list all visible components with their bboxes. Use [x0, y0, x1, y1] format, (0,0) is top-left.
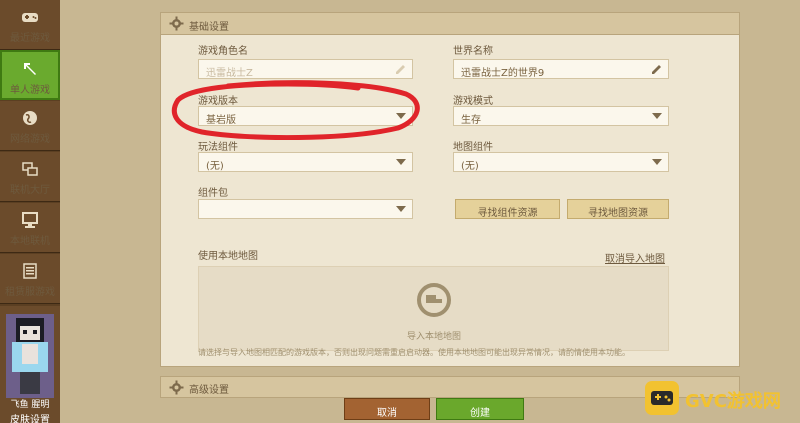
basic-settings-header[interactable]: 基础设置 — [161, 13, 739, 35]
game-mode-value: 生存 — [461, 115, 481, 126]
sidebar-item-label: 网络游戏 — [10, 134, 50, 145]
world-name-value: 迅雷战士Z的世界9 — [461, 68, 545, 79]
globe-icon — [23, 111, 37, 125]
chevron-down-icon — [396, 159, 406, 165]
character-name-field[interactable]: 迅雷战士Z — [198, 59, 413, 79]
gear-icon — [169, 380, 184, 395]
sidebar-item-label: 联机大厅 — [10, 185, 50, 196]
character-name-label: 游戏角色名 — [198, 46, 248, 57]
local-map-label: 使用本地地图 — [198, 251, 258, 262]
watermark-text: GVC游戏网 — [685, 391, 781, 412]
sidebar-item-recent-games[interactable]: 最近游戏 — [0, 0, 60, 50]
main-content: 基础设置 游戏角色名 迅雷战士Z 世界名称 迅雷战士Z的世界9 游戏版本 基岩版… — [60, 0, 800, 423]
world-name-field[interactable]: 迅雷战士Z的世界9 — [453, 59, 669, 79]
map-component-value: (无) — [461, 161, 479, 172]
pencil-icon — [652, 65, 661, 74]
chevron-down-icon — [396, 206, 406, 212]
sidebar-item-online-games[interactable]: 网络游戏 — [0, 101, 60, 151]
world-name-label: 世界名称 — [453, 46, 493, 57]
gameplay-component-select[interactable]: (无) — [198, 152, 413, 172]
gameplay-component-value: (无) — [206, 161, 224, 172]
advanced-settings-title: 高级设置 — [189, 385, 229, 396]
monitor-icon — [22, 212, 38, 228]
map-component-label: 地图组件 — [453, 142, 493, 153]
sidebar: 最近游戏 单人游戏 网络游戏 联机大厅 本地联机 租赁服游戏 飞鱼 腥明 皮肤设… — [0, 0, 60, 423]
create-button[interactable]: 创建 — [436, 398, 524, 420]
sidebar-item-label: 租赁服游戏 — [5, 287, 55, 298]
map-component-select[interactable]: (无) — [453, 152, 669, 172]
find-map-resources-button[interactable]: 寻找地图资源 — [567, 199, 669, 219]
game-mode-select[interactable]: 生存 — [453, 106, 669, 126]
local-map-hint: 请选择与导入地图相匹配的游戏版本，否则出现问题需重启启动器。使用本地地图可能出现… — [198, 348, 630, 357]
server-list-icon — [23, 263, 37, 279]
game-mode-label: 游戏模式 — [453, 96, 493, 107]
sidebar-item-lan[interactable]: 本地联机 — [0, 203, 60, 253]
sidebar-item-rental-servers[interactable]: 租赁服游戏 — [0, 254, 60, 304]
pickaxe-icon — [24, 63, 36, 75]
find-component-resources-button[interactable]: 寻找组件资源 — [455, 199, 560, 219]
sidebar-item-label: 本地联机 — [10, 236, 50, 247]
lobby-icon — [22, 162, 38, 176]
skin-panel[interactable]: 飞鱼 腥明 皮肤设置 — [0, 306, 60, 423]
watermark-logo: GVC游戏网 — [645, 379, 795, 417]
sidebar-item-label: 单人游戏 — [10, 85, 50, 96]
chevron-down-icon — [652, 113, 662, 119]
gameplay-component-label: 玩法组件 — [198, 142, 238, 153]
component-pack-select[interactable] — [198, 199, 413, 219]
player-name: 飞鱼 腥明 — [10, 400, 50, 410]
sidebar-item-lobby[interactable]: 联机大厅 — [0, 152, 60, 202]
panel-title: 基础设置 — [189, 22, 229, 33]
red-circle-annotation — [171, 80, 420, 140]
component-pack-label: 组件包 — [198, 188, 228, 199]
sidebar-item-singleplayer[interactable]: 单人游戏 — [0, 50, 60, 100]
import-local-map-area[interactable]: 导入本地地图 — [198, 266, 669, 351]
import-map-label: 导入本地地图 — [406, 332, 461, 342]
gear-icon — [169, 16, 184, 31]
sidebar-item-label: 最近游戏 — [10, 33, 50, 44]
skin-settings-button[interactable]: 皮肤设置 — [0, 411, 60, 423]
pencil-icon — [396, 65, 405, 74]
player-skin-avatar — [6, 314, 54, 398]
cancel-button[interactable]: 取消 — [344, 398, 430, 420]
import-map-icon — [417, 283, 451, 317]
gamepad-logo-icon — [645, 381, 679, 415]
gamepad-icon — [22, 13, 38, 22]
cancel-import-map-link[interactable]: 取消导入地图 — [605, 250, 665, 265]
basic-settings-panel: 基础设置 游戏角色名 迅雷战士Z 世界名称 迅雷战士Z的世界9 游戏版本 基岩版… — [160, 12, 740, 367]
chevron-down-icon — [652, 159, 662, 165]
